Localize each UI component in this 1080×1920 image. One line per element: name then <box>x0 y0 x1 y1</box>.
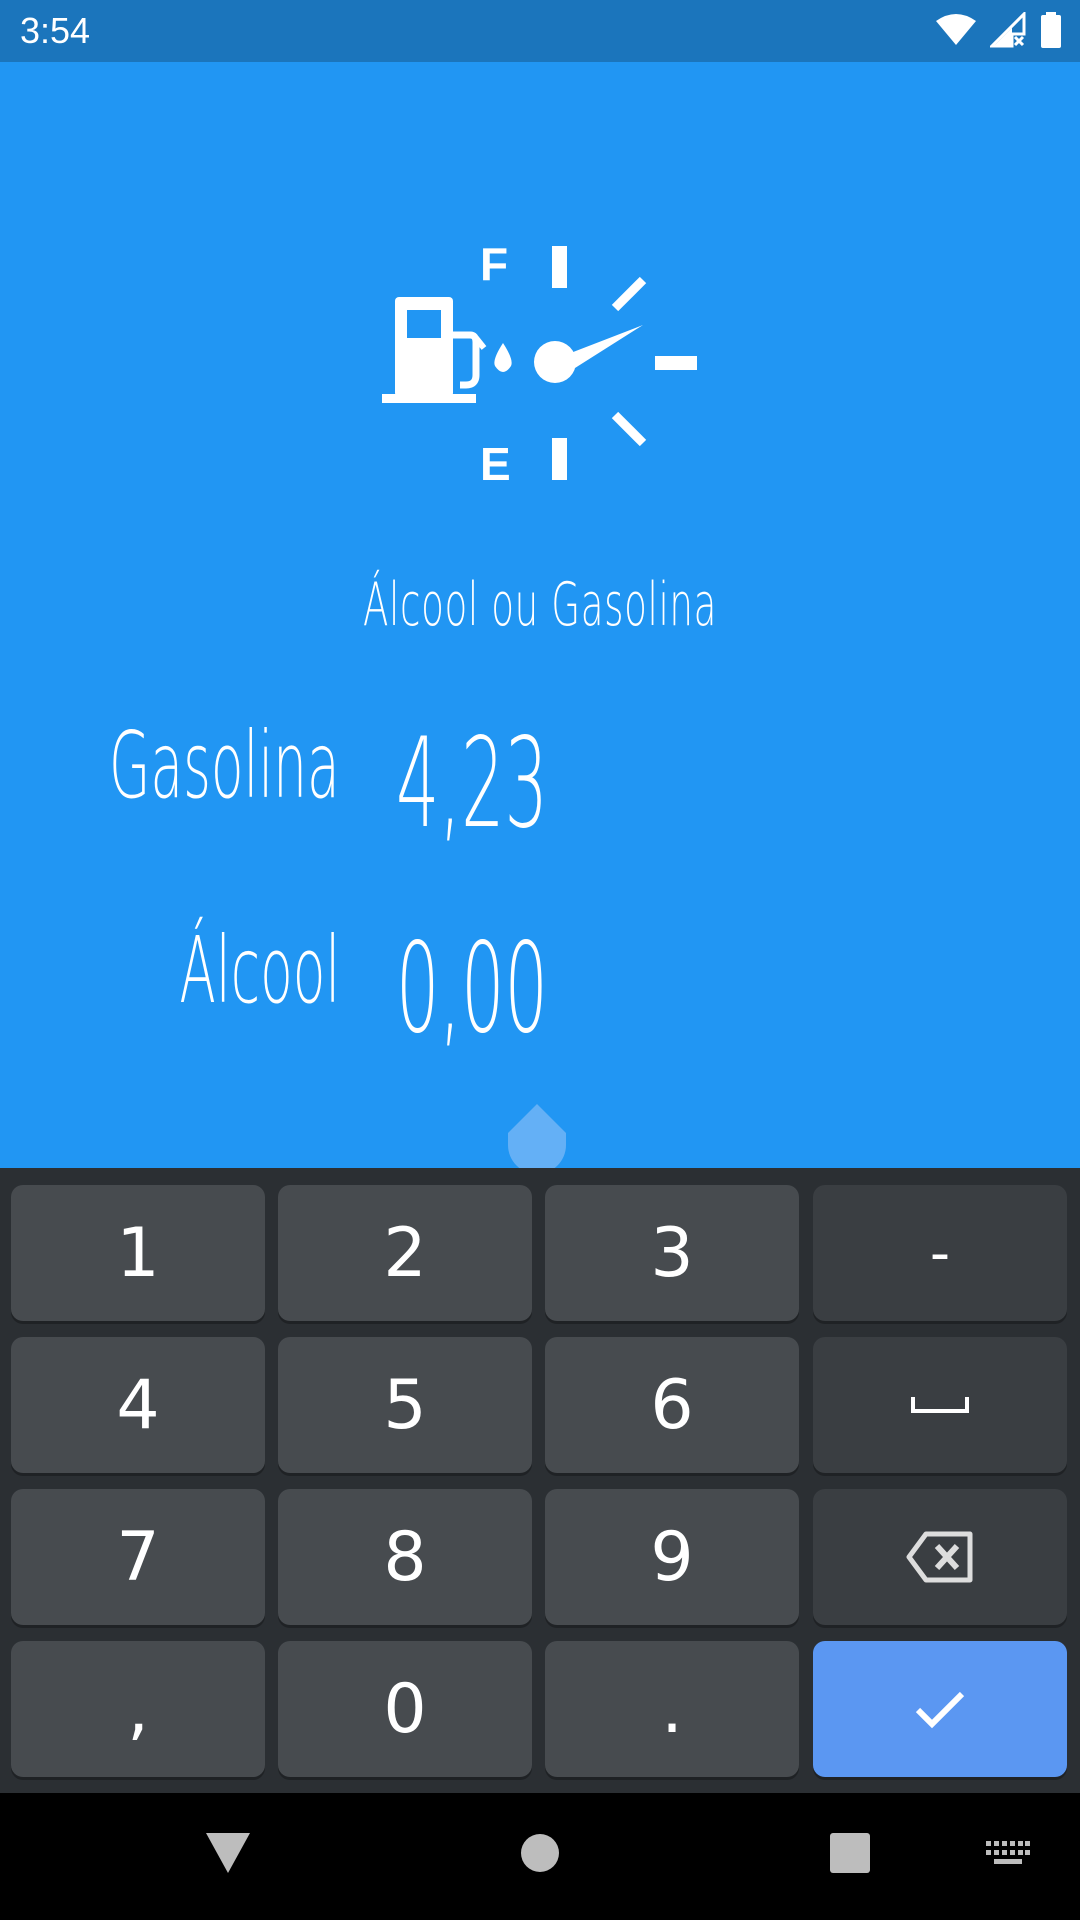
gasolina-row: Gasolina 4,23 <box>0 712 1080 862</box>
cell-signal-icon <box>990 12 1026 48</box>
key-done[interactable] <box>813 1641 1067 1777</box>
key-8[interactable]: 8 <box>278 1489 532 1625</box>
status-time: 3:54 <box>20 10 91 51</box>
key-minus[interactable]: - <box>813 1185 1067 1321</box>
backspace-icon <box>906 1531 973 1583</box>
key-space[interactable] <box>813 1337 1067 1473</box>
keyboard-switch-icon[interactable] <box>986 1841 1030 1867</box>
gauge-empty-label: E <box>480 438 511 490</box>
text-cursor-handle[interactable] <box>508 1104 566 1174</box>
key-3[interactable]: 3 <box>545 1185 799 1321</box>
battery-icon <box>1041 12 1061 48</box>
home-icon[interactable] <box>520 1833 560 1873</box>
status-bar: 3:54 <box>0 0 1080 62</box>
alcool-input[interactable]: 0,00 <box>396 917 548 1061</box>
checkmark-icon <box>915 1691 965 1729</box>
key-1[interactable]: 1 <box>11 1185 265 1321</box>
back-icon[interactable] <box>206 1833 250 1875</box>
alcool-label: Álcool <box>179 917 340 1024</box>
key-0[interactable]: 0 <box>278 1641 532 1777</box>
key-4[interactable]: 4 <box>11 1337 265 1473</box>
key-6[interactable]: 6 <box>545 1337 799 1473</box>
gasolina-input[interactable]: 4,23 <box>396 712 548 856</box>
key-period[interactable]: . <box>545 1641 799 1777</box>
gasolina-label: Gasolina <box>109 712 340 819</box>
navigation-bar <box>0 1793 1080 1920</box>
space-icon <box>911 1397 969 1413</box>
gauge-full-label: F <box>480 238 508 290</box>
app-title: Álcool ou Gasolina <box>362 570 718 640</box>
key-comma[interactable]: , <box>11 1641 265 1777</box>
status-icons <box>936 12 1062 48</box>
recents-icon[interactable] <box>830 1833 870 1873</box>
numeric-keyboard: 1 2 3 - 4 5 6 7 8 9 , 0 . <box>0 1168 1080 1793</box>
wifi-icon <box>936 14 976 45</box>
app-content: F E Álcool ou Gasolina Gasolina 4,23 Álc… <box>0 62 1080 1250</box>
alcool-row: Álcool 0,00 <box>0 917 1080 1067</box>
key-backspace[interactable] <box>813 1489 1067 1625</box>
key-5[interactable]: 5 <box>278 1337 532 1473</box>
key-9[interactable]: 9 <box>545 1489 799 1625</box>
key-2[interactable]: 2 <box>278 1185 532 1321</box>
fuel-gauge-icon: F E <box>382 238 697 490</box>
key-7[interactable]: 7 <box>11 1489 265 1625</box>
